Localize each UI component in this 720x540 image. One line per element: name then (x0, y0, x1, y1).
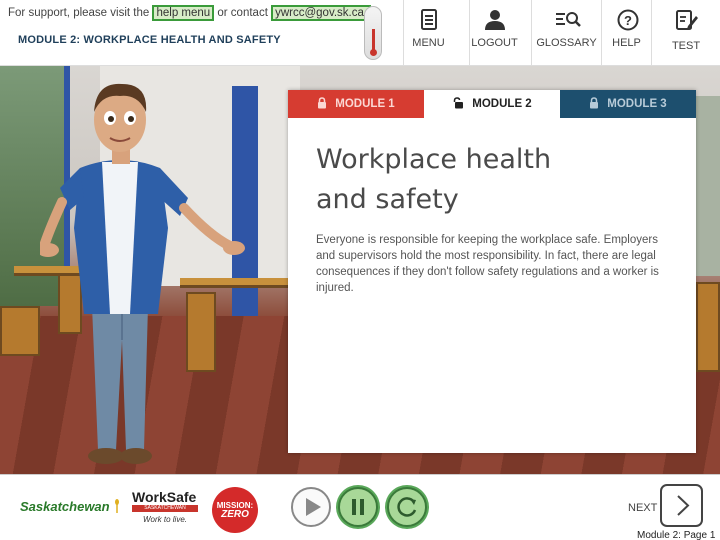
svg-text:?: ? (624, 13, 632, 28)
page-indicator: Module 2: Page 1 (637, 530, 716, 540)
saskatchewan-logo: Saskatchewan (20, 499, 121, 514)
presenter-character-image (40, 83, 245, 464)
logout-button[interactable]: LOGOUT (469, 0, 519, 66)
heading-line-1: Workplace health (316, 144, 552, 175)
tab-module-1[interactable]: MODULE 1 (288, 90, 424, 118)
help-question-icon: ? (617, 9, 639, 31)
classroom-background: MODULE 1 MODULE 2 MODULE 3 Workplace hea… (0, 66, 720, 474)
lock-icon (590, 97, 599, 109)
module-title: MODULE 2: WORKPLACE HEALTH AND SAFETY (18, 34, 281, 46)
test-edit-icon (676, 10, 698, 30)
tab-module-2[interactable]: MODULE 2 (424, 90, 560, 118)
glossary-label: GLOSSARY (536, 37, 597, 49)
contact-email-link[interactable]: ywrcc@gov.sk.ca. (271, 5, 372, 21)
menu-document-icon (421, 9, 437, 30)
chevron-right-icon (677, 495, 690, 516)
help-menu-link[interactable]: help menu (152, 5, 215, 21)
support-prefix: For support, please visit the (8, 7, 150, 19)
tab-module-1-label: MODULE 1 (335, 98, 395, 110)
menu-button[interactable]: MENU (403, 0, 453, 66)
page-heading: Workplace health and safety (316, 140, 616, 220)
test-button[interactable]: TEST (651, 0, 720, 66)
replay-icon (397, 497, 417, 517)
play-button[interactable] (291, 487, 331, 527)
glossary-search-icon (556, 12, 581, 27)
pause-button[interactable] (338, 487, 378, 527)
user-logout-icon (485, 10, 505, 30)
tab-module-2-label: MODULE 2 (472, 98, 532, 110)
lock-icon (318, 97, 327, 109)
worksafe-logo: WorkSafe SASKATCHEWAN Work to live. (132, 489, 198, 524)
menu-label: MENU (412, 37, 445, 49)
test-label: TEST (671, 40, 701, 52)
mission-zero-logo: MISSION: ZERO (212, 487, 258, 533)
heading-line-2: and safety (316, 184, 459, 215)
logout-label: LOGOUT (471, 37, 518, 49)
tab-module-3[interactable]: MODULE 3 (560, 90, 696, 118)
next-button[interactable] (660, 484, 703, 527)
play-icon (306, 498, 321, 516)
top-bar: For support, please visit the help menu … (0, 0, 720, 66)
tab-module-3-label: MODULE 3 (607, 98, 667, 110)
support-notice: For support, please visit the help menu … (8, 4, 372, 22)
next-label: NEXT (628, 502, 658, 514)
glossary-button[interactable]: GLOSSARY (531, 0, 601, 66)
body-text: Everyone is responsible for keeping the … (316, 234, 659, 294)
pause-icon (352, 499, 364, 515)
bottom-bar: Saskatchewan WorkSafe SASKATCHEWAN Work … (0, 474, 720, 540)
wheat-icon (115, 499, 120, 513)
help-label: HELP (612, 37, 641, 49)
unlock-icon (454, 97, 464, 109)
content-card: MODULE 1 MODULE 2 MODULE 3 Workplace hea… (288, 90, 696, 453)
support-middle: or contact (217, 7, 268, 19)
replay-button[interactable] (387, 487, 427, 527)
progress-thermometer-icon (364, 6, 382, 60)
help-button[interactable]: ? HELP (601, 0, 651, 66)
